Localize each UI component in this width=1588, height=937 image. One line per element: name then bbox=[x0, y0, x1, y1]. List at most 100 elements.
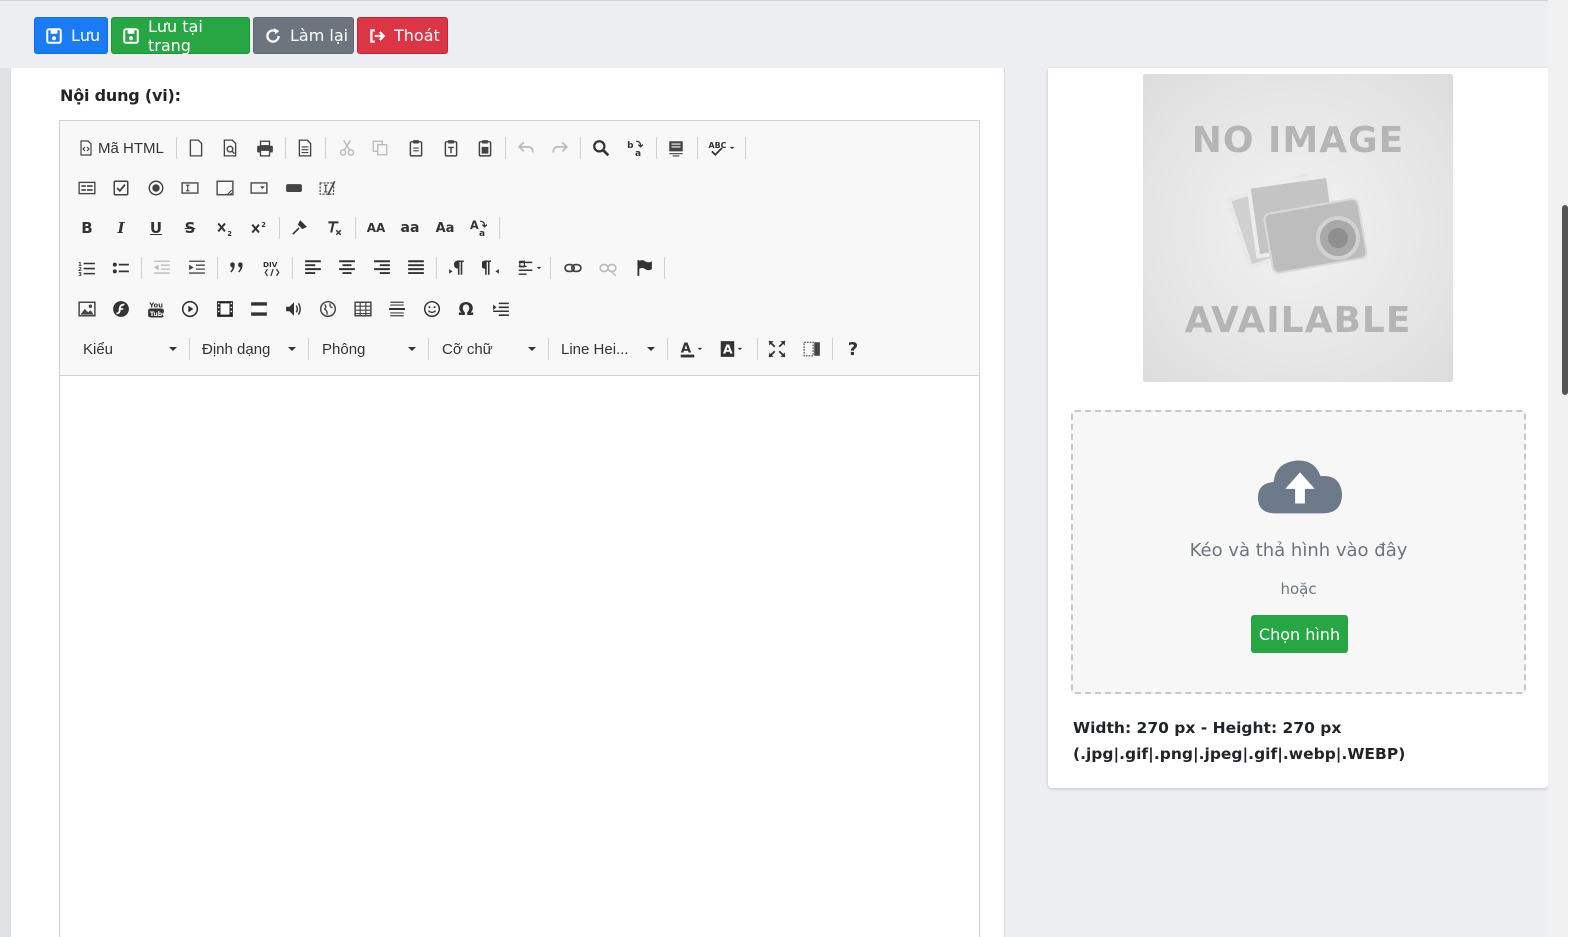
format-combo[interactable]: Định dạng bbox=[196, 336, 300, 362]
show-blocks-icon[interactable] bbox=[799, 336, 825, 362]
toolbar-separator bbox=[580, 137, 581, 159]
image-dropzone[interactable]: Kéo và thả hình vào đây hoặc Chọn hình bbox=[1071, 410, 1526, 694]
find-icon[interactable] bbox=[588, 135, 614, 161]
source-button[interactable]: Mã HTML bbox=[78, 135, 164, 161]
table-icon[interactable] bbox=[350, 296, 376, 322]
size-combo[interactable]: Cỡ chữ bbox=[436, 336, 540, 362]
lowercase-button[interactable]: aa bbox=[397, 215, 423, 241]
button-field-icon[interactable] bbox=[281, 175, 307, 201]
align-center-icon[interactable] bbox=[334, 255, 360, 281]
justify-icon[interactable] bbox=[403, 255, 429, 281]
replace-icon[interactable]: ba bbox=[622, 135, 648, 161]
templates-icon[interactable] bbox=[292, 135, 318, 161]
line-height-combo[interactable]: Line Hei... bbox=[555, 336, 659, 362]
bold-button[interactable]: B bbox=[74, 215, 100, 241]
underline-label: U bbox=[149, 219, 163, 237]
strikethrough-button[interactable]: S bbox=[177, 215, 203, 241]
chevron-down-icon bbox=[647, 347, 655, 351]
help-button[interactable]: ? bbox=[840, 336, 866, 362]
print-icon[interactable] bbox=[252, 135, 278, 161]
preview-icon[interactable] bbox=[217, 135, 243, 161]
source-label: Mã HTML bbox=[98, 139, 164, 157]
uppercase-button[interactable]: AA bbox=[363, 215, 389, 241]
rtl-direction-icon[interactable] bbox=[478, 255, 504, 281]
titlecase-button[interactable]: Aa bbox=[432, 215, 458, 241]
floppy-icon bbox=[123, 27, 139, 44]
svg-text:A: A bbox=[470, 219, 479, 232]
omega-special-char-icon[interactable]: Ω bbox=[453, 296, 479, 322]
youtube-icon[interactable]: You Tube bbox=[143, 296, 169, 322]
reset-button[interactable]: Làm lại bbox=[253, 17, 354, 54]
copy-icon[interactable] bbox=[367, 135, 393, 161]
scrollbar-track[interactable] bbox=[1548, 0, 1568, 937]
horizontal-rule-icon[interactable] bbox=[384, 296, 410, 322]
superscript-icon[interactable]: 2 bbox=[246, 215, 272, 241]
align-right-icon[interactable] bbox=[369, 255, 395, 281]
page-break-icon[interactable] bbox=[488, 296, 514, 322]
toolbar-separator bbox=[505, 137, 506, 159]
select-field-icon[interactable] bbox=[246, 175, 272, 201]
uppercase-label: AA bbox=[366, 221, 386, 235]
blockquote-icon[interactable] bbox=[224, 255, 250, 281]
align-left-icon[interactable] bbox=[300, 255, 326, 281]
underline-button[interactable]: U bbox=[143, 215, 169, 241]
new-page-icon[interactable] bbox=[183, 135, 209, 161]
italic-button[interactable]: I bbox=[108, 215, 134, 241]
link-icon[interactable] bbox=[560, 255, 586, 281]
textarea-icon[interactable] bbox=[212, 175, 238, 201]
form-icon[interactable] bbox=[74, 175, 100, 201]
background-color-icon[interactable]: A bbox=[715, 336, 749, 362]
subscript-icon[interactable]: 2 bbox=[212, 215, 238, 241]
outdent-icon[interactable] bbox=[149, 255, 175, 281]
text-transform-icon[interactable]: Aa bbox=[466, 215, 492, 241]
exit-button[interactable]: Thoát bbox=[357, 17, 448, 54]
image-formats-info: (.jpg|.gif|.png|.jpeg|.gif|.webp|.WEBP) bbox=[1073, 745, 1406, 763]
toolbar-separator bbox=[656, 137, 657, 159]
iframe-globe-icon[interactable] bbox=[315, 296, 341, 322]
editor-content-area[interactable] bbox=[60, 377, 979, 937]
anchor-flag-icon[interactable] bbox=[631, 255, 657, 281]
save-button[interactable]: Lưu bbox=[34, 17, 108, 54]
style-combo[interactable]: Kiểu bbox=[77, 336, 181, 362]
undo-icon[interactable] bbox=[513, 135, 539, 161]
checkbox-icon[interactable] bbox=[108, 175, 134, 201]
indent-icon[interactable] bbox=[184, 255, 210, 281]
video-embed-icon[interactable] bbox=[246, 296, 272, 322]
radio-icon[interactable] bbox=[143, 175, 169, 201]
choose-image-button[interactable]: Chọn hình bbox=[1251, 615, 1348, 653]
svg-text:DIV: DIV bbox=[263, 260, 278, 269]
save-stay-button[interactable]: Lưu tại trang bbox=[111, 17, 250, 55]
hidden-field-icon[interactable] bbox=[315, 175, 341, 201]
toolbar-separator bbox=[285, 137, 286, 159]
toolbar-separator bbox=[499, 217, 500, 239]
size-combo-label: Cỡ chữ bbox=[442, 340, 493, 358]
play-video-icon[interactable] bbox=[177, 296, 203, 322]
paste-icon[interactable] bbox=[403, 135, 429, 161]
source-code-icon bbox=[80, 140, 92, 156]
cut-icon[interactable] bbox=[334, 135, 360, 161]
ltr-direction-icon[interactable] bbox=[444, 255, 470, 281]
text-field-icon[interactable] bbox=[177, 175, 203, 201]
redo-icon[interactable] bbox=[547, 135, 573, 161]
div-container-icon[interactable]: DIV bbox=[259, 255, 285, 281]
spellcheck-icon[interactable]: ABC bbox=[705, 135, 739, 161]
video-film-icon[interactable] bbox=[212, 296, 238, 322]
svg-text:a: a bbox=[635, 149, 641, 157]
bulleted-list-icon[interactable] bbox=[108, 255, 134, 281]
image-icon[interactable] bbox=[74, 296, 100, 322]
paste-word-icon[interactable] bbox=[472, 135, 498, 161]
language-icon[interactable] bbox=[513, 255, 547, 281]
font-combo[interactable]: Phông bbox=[316, 336, 420, 362]
select-all-icon[interactable] bbox=[663, 135, 689, 161]
numbered-list-icon[interactable]: 123 bbox=[74, 255, 100, 281]
copy-format-icon[interactable] bbox=[286, 215, 312, 241]
flash-icon[interactable] bbox=[108, 296, 134, 322]
maximize-icon[interactable] bbox=[764, 336, 790, 362]
text-color-icon[interactable]: A bbox=[675, 336, 709, 362]
unlink-icon[interactable] bbox=[595, 255, 621, 281]
remove-format-icon[interactable] bbox=[321, 215, 347, 241]
toolbar-separator bbox=[745, 137, 746, 159]
audio-icon[interactable] bbox=[281, 296, 307, 322]
smiley-icon[interactable] bbox=[419, 296, 445, 322]
paste-text-icon[interactable] bbox=[438, 135, 464, 161]
